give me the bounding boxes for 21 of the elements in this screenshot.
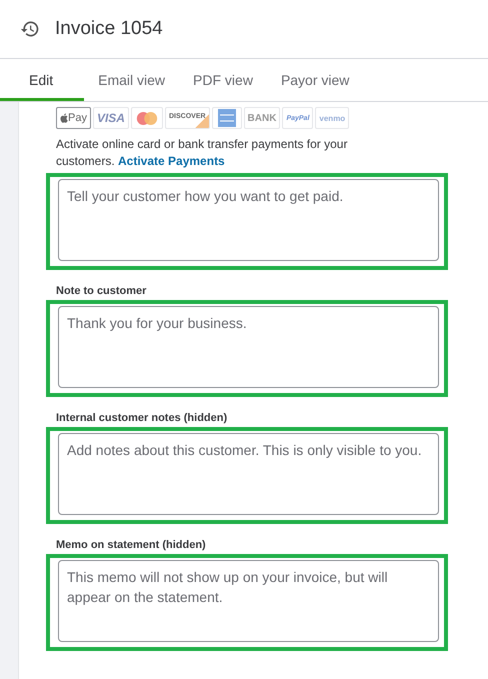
amex-logo xyxy=(218,109,236,127)
tab[interactable]: Email view xyxy=(84,59,180,101)
mastercard-logo xyxy=(134,110,159,126)
text-area[interactable]: Tell your customer how you want to get paid. xyxy=(58,179,439,261)
payment-logo: VISA xyxy=(92,107,129,129)
tab[interactable]: PDF view xyxy=(179,59,267,101)
field-label: Internal customer notes (hidden) xyxy=(56,412,228,424)
text-area[interactable]: Add notes about this customer. This is only visible to you. xyxy=(58,433,439,515)
payments-note: Activate online card or bank transfer payments for your customers. Activate Payments xyxy=(56,136,348,170)
payment-label: Pay xyxy=(68,112,87,124)
field-label: Note to customer xyxy=(56,285,148,297)
tab[interactable]: Payor view xyxy=(266,59,364,101)
invoice-title: Invoice 1054 xyxy=(55,18,163,40)
field-label: Memo on statement (hidden) xyxy=(56,539,207,551)
text-area[interactable]: Thank you for your business. xyxy=(58,306,439,388)
activate-payments-link[interactable]: Activate Payments xyxy=(118,154,225,168)
payment-logo: BANK xyxy=(244,107,280,129)
payment-logo: venmo xyxy=(315,107,350,129)
history-icon[interactable] xyxy=(20,19,40,39)
apple-icon xyxy=(60,113,68,123)
text-area[interactable]: This memo will not show up on your invoice, but will appear on the statement. xyxy=(58,560,439,642)
